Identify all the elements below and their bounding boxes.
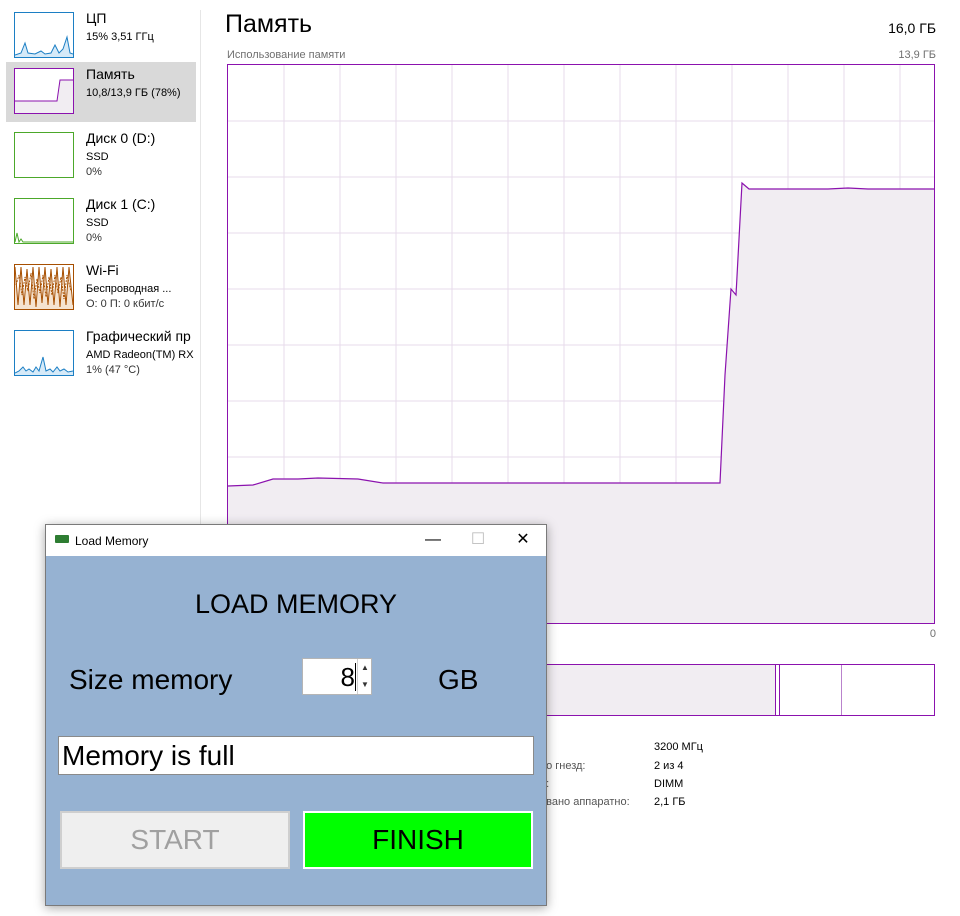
- sidebar-item-value: О: 0 П: 0 кбит/с: [86, 298, 165, 310]
- text-caret: [355, 663, 356, 691]
- memory-thumbnail-graph: [14, 68, 74, 114]
- sidebar-item-label: ЦП: [86, 10, 107, 26]
- sidebar-item-disk-0[interactable]: Диск 0 (D:) SSD 0%: [6, 126, 196, 186]
- segment-divider: [841, 665, 842, 715]
- dialog-heading: LOAD MEMORY: [194, 589, 398, 619]
- sidebar-item-memory[interactable]: Память 10,8/13,9 ГБ (78%): [6, 62, 196, 122]
- minimize-button[interactable]: —: [410, 525, 456, 556]
- page-title: Память: [225, 10, 313, 38]
- total-memory: 16,0 ГБ: [888, 20, 936, 36]
- sidebar-item-value: 1% (47 °C): [86, 364, 140, 376]
- sidebar-item-label: Память: [86, 66, 135, 82]
- slots-used-value: 2 из 4: [654, 760, 684, 772]
- segment-divider: [779, 665, 780, 715]
- sidebar-item-value: 0%: [86, 166, 102, 178]
- stepper-buttons: ▲ ▼: [357, 659, 372, 694]
- sidebar-item-wifi[interactable]: Wi-Fi Беспроводная ... О: 0 П: 0 кбит/с: [6, 258, 196, 318]
- form-factor-value: DIMM: [654, 778, 684, 790]
- disk-0-thumbnail-graph: [14, 132, 74, 178]
- finish-button[interactable]: FINISH: [303, 811, 533, 869]
- graph-min-label: 0: [929, 628, 936, 640]
- hardware-reserved-label: овано аппаратно:: [540, 796, 630, 808]
- memory-usage-label: Использование памяти: [227, 49, 346, 61]
- close-button[interactable]: ✕: [500, 525, 546, 556]
- status-message-field[interactable]: Memory is full: [58, 736, 534, 775]
- memory-module-icon: [55, 535, 69, 543]
- cpu-thumbnail-graph: [14, 12, 74, 58]
- sidebar-item-label: Wi-Fi: [86, 262, 119, 278]
- hardware-reserved-value: 2,1 ГБ: [654, 796, 686, 808]
- load-memory-window: Load Memory — ☐ ✕ LOAD MEMORY Size memor…: [45, 524, 547, 906]
- stepper-down-icon[interactable]: ▼: [358, 676, 372, 693]
- wifi-thumbnail-graph: [14, 264, 74, 310]
- sidebar-item-cpu[interactable]: ЦП 15% 3,51 ГГц: [6, 6, 196, 66]
- segment-divider: [775, 665, 776, 715]
- sidebar-item-detail: SSD: [86, 151, 109, 163]
- sidebar-item-value: 0%: [86, 232, 102, 244]
- title-bar[interactable]: Load Memory — ☐ ✕: [46, 525, 546, 556]
- unit-label: GB: [438, 664, 479, 695]
- memory-usage-max: 13,9 ГБ: [898, 49, 936, 61]
- sidebar-item-label: Диск 1 (C:): [86, 196, 156, 212]
- size-memory-label: Size memory: [69, 664, 233, 695]
- window-title: Load Memory: [75, 534, 149, 548]
- gpu-thumbnail-graph: [14, 330, 74, 376]
- memory-in-use-segment: [531, 665, 776, 715]
- sidebar-item-disk-1[interactable]: Диск 1 (C:) SSD 0%: [6, 192, 196, 252]
- sidebar-item-gpu[interactable]: Графический пр AMD Radeon(TM) RX 1% (47 …: [6, 324, 196, 384]
- disk-1-thumbnail-graph: [14, 198, 74, 244]
- start-button[interactable]: START: [60, 811, 290, 869]
- sidebar-item-detail: 10,8/13,9 ГБ (78%): [86, 87, 181, 99]
- maximize-button[interactable]: ☐: [455, 525, 501, 556]
- size-memory-value[interactable]: 8: [303, 662, 355, 693]
- sidebar-item-detail: AMD Radeon(TM) RX: [86, 349, 194, 361]
- sidebar-item-label: Графический пр: [86, 328, 191, 344]
- memory-composition-bar: [530, 664, 935, 716]
- sidebar-item-detail: SSD: [86, 217, 109, 229]
- stepper-up-icon[interactable]: ▲: [358, 659, 372, 676]
- sidebar-item-detail: 15% 3,51 ГГц: [86, 31, 154, 43]
- size-memory-stepper[interactable]: 8 ▲ ▼: [302, 658, 372, 695]
- sidebar-item-label: Диск 0 (D:): [86, 130, 156, 146]
- memory-speed-value: 3200 МГц: [654, 741, 703, 753]
- sidebar-item-detail: Беспроводная ...: [86, 283, 172, 295]
